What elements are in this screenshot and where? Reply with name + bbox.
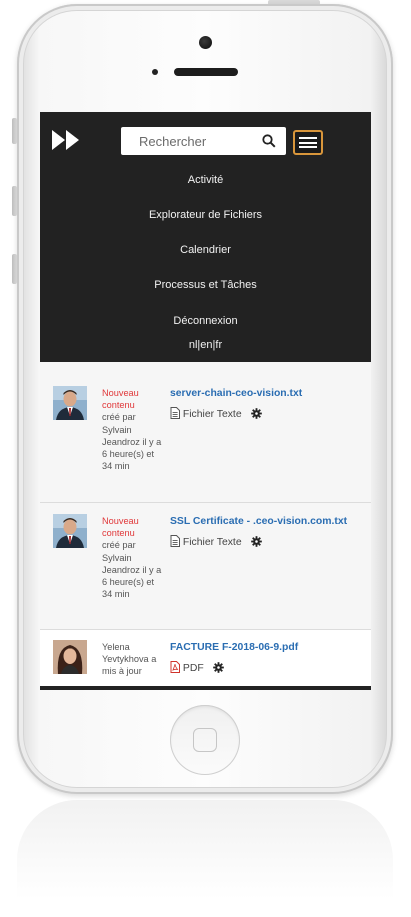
file-type: PDF xyxy=(170,661,224,674)
new-content-label: Nouveau contenu xyxy=(102,516,139,539)
feed-item: Nouveau contenu créé par Sylvain Jeandro… xyxy=(40,375,371,503)
activity-meta: Nouveau contenu créé par Sylvain Jeandro… xyxy=(102,515,162,600)
nav-item-calendrier[interactable]: Calendrier xyxy=(40,244,371,256)
avatar xyxy=(53,386,87,420)
logo-icon[interactable] xyxy=(51,127,81,153)
file-type-label: PDF xyxy=(182,663,204,674)
phone-reflection xyxy=(17,800,393,917)
gear-icon[interactable] xyxy=(250,408,262,419)
feed-item: Nouveau contenu créé par Sylvain Jeandro… xyxy=(40,503,371,630)
text-file-icon xyxy=(170,535,180,547)
hamburger-menu-icon xyxy=(299,137,317,139)
app-screen: Activité Explorateur de Fichiers Calendr… xyxy=(40,112,371,690)
activity-meta: Yelena Yevtykhova a mis à jour xyxy=(102,641,162,678)
earpiece-speaker xyxy=(174,68,238,76)
activity-meta: Nouveau contenu créé par Sylvain Jeandro… xyxy=(102,387,162,472)
avatar xyxy=(53,514,87,548)
gear-icon[interactable] xyxy=(212,662,224,673)
file-type: Fichier Texte xyxy=(170,407,262,420)
screen-bottom-edge xyxy=(40,686,371,690)
search-box xyxy=(121,127,286,155)
nav-item-deconnexion[interactable]: Déconnexion xyxy=(40,315,371,327)
hamburger-line xyxy=(299,141,317,144)
search-input[interactable] xyxy=(121,127,269,155)
proximity-sensor xyxy=(152,69,158,75)
activity-detail: créé par Sylvain Jeandroz il y a 6 heure… xyxy=(102,412,162,472)
hamburger-menu-button[interactable] xyxy=(293,130,323,155)
top-bar xyxy=(40,112,371,172)
file-link[interactable]: SSL Certificate - .ceo-vision.com.txt xyxy=(170,516,365,527)
language-switcher[interactable]: nl|en|fr xyxy=(40,339,371,351)
activity-detail: créé par Sylvain Jeandroz il y a 6 heure… xyxy=(102,540,162,600)
nav-item-explorateur[interactable]: Explorateur de Fichiers xyxy=(40,209,371,221)
activity-detail: Yelena Yevtykhova a mis à jour xyxy=(102,642,157,677)
file-type-label: Fichier Texte xyxy=(182,409,242,420)
file-type-label: Fichier Texte xyxy=(182,537,242,548)
file-type: Fichier Texte xyxy=(170,535,262,548)
feed-item: Yelena Yevtykhova a mis à jour FACTURE F… xyxy=(40,630,371,690)
pdf-file-icon xyxy=(170,661,180,673)
file-link[interactable]: server-chain-ceo-vision.txt xyxy=(170,388,365,399)
avatar xyxy=(53,640,87,674)
new-content-label: Nouveau contenu xyxy=(102,388,139,411)
text-file-icon xyxy=(170,407,180,419)
front-camera xyxy=(199,36,212,49)
home-button-square-icon xyxy=(193,728,217,752)
nav-item-activite[interactable]: Activité xyxy=(40,174,371,186)
search-icon[interactable] xyxy=(262,134,276,148)
activity-feed: Nouveau contenu créé par Sylvain Jeandro… xyxy=(40,362,371,690)
file-link[interactable]: FACTURE F-2018-06-9.pdf xyxy=(170,642,365,653)
nav-item-processus[interactable]: Processus et Tâches xyxy=(40,279,371,291)
hamburger-line xyxy=(299,146,317,148)
gear-icon[interactable] xyxy=(250,536,262,547)
